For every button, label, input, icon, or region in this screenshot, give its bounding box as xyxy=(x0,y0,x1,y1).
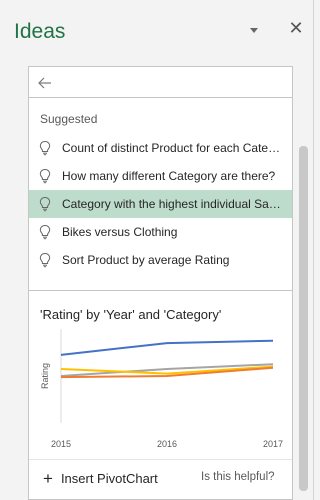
back-arrow-icon[interactable] xyxy=(35,73,55,93)
chart-idea-card[interactable]: 'Rating' by 'Year' and 'Category' Rating… xyxy=(28,290,293,500)
lightbulb-icon xyxy=(38,168,52,184)
chart-title: 'Rating' by 'Year' and 'Category' xyxy=(40,307,222,322)
pane-title: Ideas xyxy=(14,20,66,43)
lightbulb-icon xyxy=(38,224,52,240)
insert-pivotchart-label: Insert PivotChart xyxy=(60,471,158,486)
suggestion-label: How many different Category are there? xyxy=(62,169,276,183)
insert-pivotchart-button[interactable]: + Insert PivotChart xyxy=(43,469,158,489)
x-tick-label: 2015 xyxy=(51,439,71,449)
close-pane-icon[interactable]: ✕ xyxy=(286,17,306,39)
suggestion-label: Category with the highest individual Sa… xyxy=(62,197,281,211)
suggestion-item[interactable]: Sort Product by average Rating xyxy=(29,246,292,274)
lightbulb-icon xyxy=(38,252,52,268)
y-axis-label: Rating xyxy=(40,363,50,389)
ideas-search-box[interactable] xyxy=(28,66,293,98)
suggestion-item[interactable]: Bikes versus Clothing xyxy=(29,218,292,246)
plus-icon: + xyxy=(43,469,53,488)
pane-options-dropdown-icon[interactable] xyxy=(247,26,261,36)
is-this-helpful-link[interactable]: Is this helpful? xyxy=(201,471,275,483)
lightbulb-icon xyxy=(38,196,52,212)
series-line-0[interactable] xyxy=(60,339,274,356)
suggestion-label: Sort Product by average Rating xyxy=(62,253,230,267)
suggested-heading: Suggested xyxy=(40,112,98,126)
suggestion-item[interactable]: Count of distinct Product for each Cate… xyxy=(29,134,292,162)
x-tick-label: 2017 xyxy=(263,439,283,449)
ideas-pane: Ideas ✕ Suggested Count of distinct Prod… xyxy=(0,0,314,500)
suggestion-item[interactable]: Category with the highest individual Sa… xyxy=(29,190,292,218)
pane-scrollbar-thumb[interactable] xyxy=(299,146,308,491)
card-footer-divider xyxy=(29,459,292,460)
ideas-scroll-area: Suggested Count of distinct Product for … xyxy=(28,66,298,500)
x-tick-label: 2016 xyxy=(157,439,177,449)
suggestion-item[interactable]: How many different Category are there? xyxy=(29,162,292,190)
line-chart[interactable]: Rating 2015 2016 2017 xyxy=(29,325,292,457)
suggestion-label: Count of distinct Product for each Cate… xyxy=(62,141,281,155)
suggestion-label: Bikes versus Clothing xyxy=(62,225,178,239)
lightbulb-icon xyxy=(38,140,52,156)
